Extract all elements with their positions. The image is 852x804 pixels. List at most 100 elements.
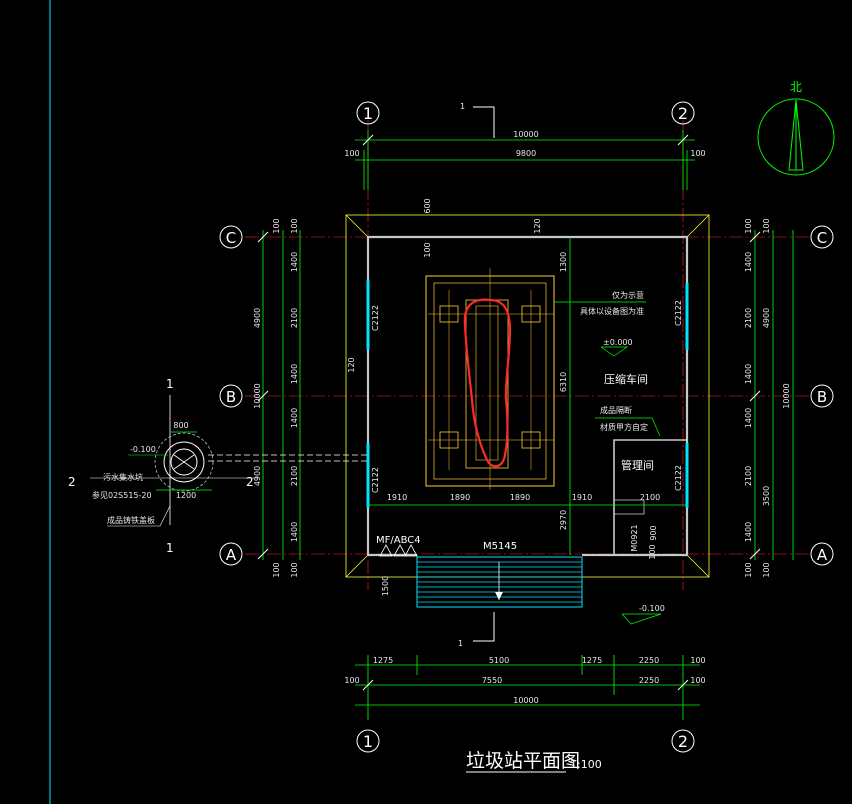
svg-text:2100: 2100	[290, 308, 299, 328]
svg-text:5100: 5100	[489, 656, 509, 665]
svg-text:4900: 4900	[253, 466, 262, 486]
svg-text:100: 100	[344, 676, 359, 685]
svg-text:120: 120	[533, 218, 542, 233]
drawing-title: 垃圾站平面图 1:100	[466, 750, 602, 773]
grid-axis-markers: 1 2 1 2 C B A C B A	[219, 101, 834, 753]
svg-text:1400: 1400	[744, 252, 753, 272]
svg-text:1890: 1890	[510, 493, 530, 502]
svg-text:M5145: M5145	[483, 541, 517, 552]
svg-text:100: 100	[744, 562, 753, 577]
axis-lines	[245, 120, 810, 590]
svg-text:2250: 2250	[639, 676, 659, 685]
svg-text:2970: 2970	[559, 510, 568, 530]
entrance-steps	[416, 556, 583, 608]
svg-text:1: 1	[460, 102, 465, 111]
svg-text:6310: 6310	[559, 372, 568, 392]
svg-text:2: 2	[678, 104, 688, 123]
red-markup-annotation	[463, 298, 512, 468]
svg-text:材质甲方自定: 材质甲方自定	[600, 422, 648, 432]
svg-text:2100: 2100	[640, 493, 660, 502]
svg-text:±0.000: ±0.000	[603, 338, 633, 347]
svg-text:B: B	[817, 388, 827, 406]
svg-text:10000: 10000	[513, 696, 538, 705]
compressor-equipment	[425, 268, 555, 490]
svg-text:100: 100	[690, 676, 705, 685]
svg-text:A: A	[226, 546, 237, 564]
svg-text:1500: 1500	[381, 576, 390, 596]
svg-text:1400: 1400	[744, 408, 753, 428]
svg-text:A: A	[817, 546, 828, 564]
svg-text:成品隔断: 成品隔断	[600, 405, 632, 415]
svg-text:600: 600	[423, 198, 432, 213]
svg-text:10000: 10000	[513, 130, 538, 139]
svg-text:100: 100	[344, 149, 359, 158]
svg-text:10000: 10000	[782, 383, 791, 408]
svg-text:1400: 1400	[290, 522, 299, 542]
svg-text:100: 100	[690, 149, 705, 158]
svg-text:1400: 1400	[290, 408, 299, 428]
svg-text:1275: 1275	[582, 656, 602, 665]
svg-text:2: 2	[246, 475, 254, 489]
svg-text:成品铸铁盖板: 成品铸铁盖板	[107, 515, 155, 525]
cad-drawing-canvas[interactable]: 1 2 1 2 C B A C B A 北 1 1 10000 9800 100	[0, 0, 852, 804]
svg-text:7550: 7550	[482, 676, 502, 685]
svg-text:2100: 2100	[744, 308, 753, 328]
svg-text:1400: 1400	[744, 522, 753, 542]
svg-text:仅为示意: 仅为示意	[612, 290, 644, 300]
north-arrow-icon: 北	[757, 80, 835, 176]
svg-text:M0921: M0921	[630, 524, 639, 551]
svg-text:压缩车间: 压缩车间	[604, 372, 648, 386]
svg-text:100: 100	[690, 656, 705, 665]
svg-text:1: 1	[166, 541, 174, 555]
svg-text:1275: 1275	[373, 656, 393, 665]
svg-text:4900: 4900	[762, 308, 771, 328]
sewage-pit: 800 1200 -0.100 污水集水坑 参见02S515-20 成品铸铁盖板…	[68, 377, 368, 555]
svg-text:1890: 1890	[450, 493, 470, 502]
svg-text:1910: 1910	[387, 493, 407, 502]
room-and-component-labels: C2122 C2122 C2122 C2122 压缩车间 管理间 仅为示意 具体…	[371, 290, 683, 625]
svg-text:管理间: 管理间	[621, 458, 654, 472]
svg-text:1400: 1400	[290, 364, 299, 384]
svg-text:100: 100	[744, 218, 753, 233]
svg-text:1400: 1400	[744, 364, 753, 384]
svg-text:1910: 1910	[572, 493, 592, 502]
svg-text:垃圾站平面图: 垃圾站平面图	[466, 750, 580, 772]
svg-text:2: 2	[68, 475, 76, 489]
svg-text:C2122: C2122	[674, 300, 683, 326]
svg-text:参见02S515-20: 参见02S515-20	[92, 490, 152, 500]
svg-text:-0.100: -0.100	[639, 604, 665, 613]
svg-text:1300: 1300	[559, 252, 568, 272]
svg-text:2100: 2100	[290, 466, 299, 486]
svg-text:1400: 1400	[290, 252, 299, 272]
svg-text:MF/ABC4: MF/ABC4	[376, 535, 421, 546]
svg-text:C2122: C2122	[674, 465, 683, 491]
svg-text:800: 800	[173, 421, 188, 430]
svg-text:C2122: C2122	[371, 305, 380, 331]
svg-text:100: 100	[762, 562, 771, 577]
svg-text:1: 1	[363, 732, 373, 751]
svg-text:100: 100	[762, 218, 771, 233]
svg-text:2250: 2250	[639, 656, 659, 665]
svg-text:B: B	[226, 388, 236, 406]
svg-text:9800: 9800	[516, 149, 536, 158]
svg-text:1200: 1200	[176, 491, 196, 500]
svg-text:1:100: 1:100	[570, 758, 602, 771]
svg-text:100: 100	[272, 562, 281, 577]
svg-text:C2122: C2122	[371, 467, 380, 493]
dimension-lines	[257, 130, 794, 720]
svg-text:北: 北	[790, 80, 802, 94]
svg-text:100: 100	[290, 562, 299, 577]
svg-text:1: 1	[458, 639, 463, 648]
svg-text:2: 2	[678, 732, 688, 751]
svg-text:120: 120	[347, 357, 356, 372]
svg-text:1: 1	[363, 104, 373, 123]
dimension-text: 10000 9800 100 100 1275 5100 1275 2250 1…	[253, 130, 791, 705]
svg-text:100: 100	[272, 218, 281, 233]
svg-text:4900: 4900	[253, 308, 262, 328]
svg-text:C: C	[226, 229, 236, 247]
svg-text:-0.100: -0.100	[130, 445, 156, 454]
svg-text:具体以设备图为准: 具体以设备图为准	[580, 306, 644, 316]
svg-text:10000: 10000	[253, 383, 262, 408]
svg-text:900: 900	[649, 525, 658, 540]
svg-text:污水集水坑: 污水集水坑	[103, 472, 143, 482]
